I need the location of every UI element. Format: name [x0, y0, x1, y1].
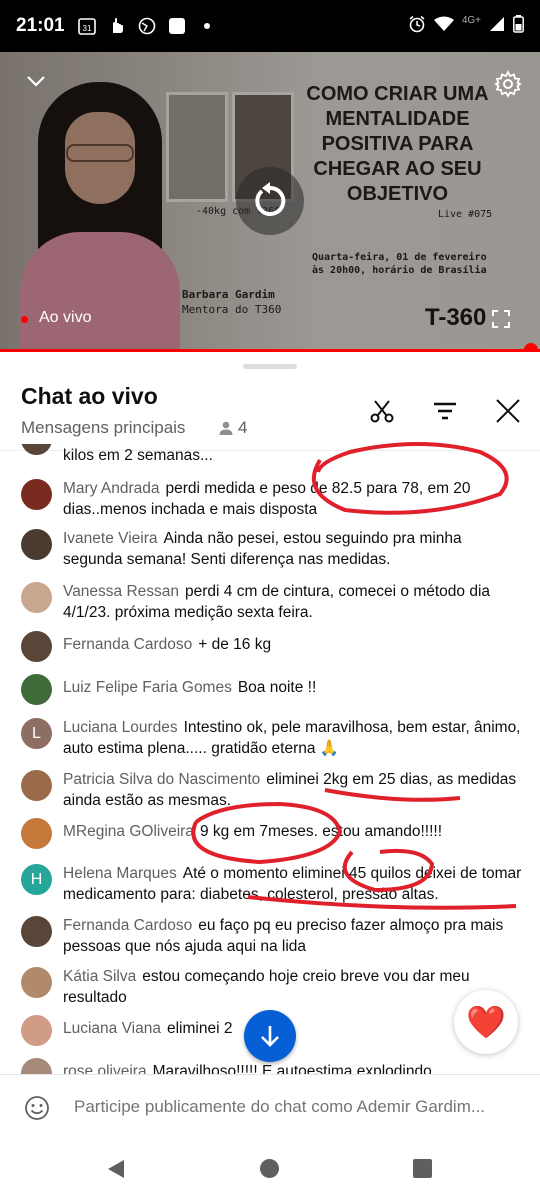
- message-text: eliminei 2: [166, 1020, 233, 1037]
- message-text: kilos em 2 semanas...: [63, 447, 213, 464]
- collapse-chevron-icon[interactable]: [26, 74, 46, 93]
- chat-input[interactable]: Participe publicamente do chat como Adem…: [74, 1097, 529, 1117]
- video-progress-knob[interactable]: [524, 343, 538, 352]
- avatar: [21, 1058, 52, 1074]
- message-author: Luciana Viana: [63, 1020, 161, 1037]
- settings-gear-icon[interactable]: [494, 69, 522, 103]
- live-indicator-dot: [21, 316, 28, 323]
- message-author: rose oliveira: [63, 1063, 147, 1074]
- wifi-icon: [433, 16, 454, 37]
- message-author: Helena Marques: [63, 865, 177, 882]
- status-bar: 21:01 31 4G+: [0, 0, 540, 52]
- notification-dot-icon: [197, 16, 217, 36]
- fullscreen-icon[interactable]: [492, 310, 510, 333]
- avatar: [21, 967, 52, 998]
- hand-icon: [107, 16, 127, 36]
- calendar-icon: 31: [77, 16, 97, 36]
- live-label: Ao vivo: [39, 309, 92, 326]
- avatar: [21, 1015, 52, 1046]
- chat-title: Chat ao vivo: [21, 383, 158, 409]
- avatar: [21, 582, 52, 613]
- avatar: [21, 444, 52, 455]
- message-text: Boa noite !!: [237, 679, 317, 696]
- viewer-count: 4: [218, 418, 247, 438]
- avatar: L: [21, 718, 52, 749]
- message-author: Mary Andrada: [63, 480, 160, 497]
- message-author: Ivanete Vieira: [63, 530, 158, 547]
- message-author: Kátia Silva: [63, 968, 137, 985]
- message-author: MRegina GOliveira: [63, 823, 194, 840]
- alarm-icon: [408, 15, 426, 38]
- calendar-day: 31: [82, 24, 91, 33]
- status-time: 21:01: [16, 15, 65, 36]
- filter-button[interactable]: [430, 396, 460, 426]
- filter-icon: [434, 402, 456, 420]
- home-icon[interactable]: [260, 1159, 279, 1178]
- viewer-count-value: 4: [238, 418, 248, 437]
- battery-icon: [513, 14, 524, 38]
- clip-scissors-button[interactable]: [367, 396, 397, 426]
- avatar: [21, 529, 52, 560]
- message-text: 9 kg em 7meses. estou amando!!!!!: [199, 823, 443, 840]
- message-author: Fernanda Cardoso: [63, 917, 193, 934]
- replay-icon: [255, 182, 286, 216]
- emoji-icon[interactable]: [24, 1095, 50, 1126]
- heart-icon: ❤️: [466, 1004, 506, 1040]
- scroll-to-bottom-button[interactable]: [244, 1010, 296, 1062]
- app-square-icon: [167, 16, 187, 36]
- cellular-signal-icon: [489, 16, 505, 37]
- avatar: [21, 479, 52, 510]
- network-type: 4G+: [461, 14, 481, 26]
- chat-message-list[interactable]: kilos em 2 semanas... Mary Andrada perdi …: [0, 444, 540, 1074]
- message-text: Maravilhoso!!!!! E autoestima explodindo: [152, 1063, 432, 1074]
- avatar: [21, 674, 52, 705]
- message-text: + de 16 kg: [198, 636, 272, 653]
- replay-button[interactable]: [236, 167, 304, 235]
- recent-apps-icon[interactable]: [413, 1159, 432, 1178]
- message-author: Luiz Felipe Faria Gomes: [63, 679, 232, 696]
- avatar: [21, 916, 52, 947]
- message-author: Luciana Lourdes: [63, 719, 178, 736]
- back-icon[interactable]: [106, 1159, 126, 1184]
- browser-icon: [137, 16, 157, 36]
- chat-input-bar: Participe publicamente do chat como Adem…: [0, 1074, 540, 1140]
- message-author: Patricia Silva do Nascimento: [63, 771, 261, 788]
- message-author: Vanessa Ressan: [63, 583, 180, 600]
- video-player[interactable]: -40kg com T360 COMO CRIAR UMA MENTALIDAD…: [0, 52, 540, 352]
- message-author: Fernanda Cardoso: [63, 636, 193, 653]
- avatar: [21, 631, 52, 662]
- close-icon: [496, 399, 520, 423]
- drag-handle[interactable]: [243, 364, 297, 369]
- avatar: [21, 818, 52, 849]
- live-chat-panel: Chat ao vivo Mensagens principais 4 kilo…: [0, 352, 540, 1200]
- scissors-icon: [370, 400, 394, 423]
- system-navigation-bar: [0, 1140, 540, 1200]
- avatar: [21, 770, 52, 801]
- arrow-down-icon: [261, 1026, 279, 1047]
- close-chat-button[interactable]: [493, 396, 523, 426]
- chat-filter-label[interactable]: Mensagens principais: [21, 418, 185, 438]
- avatar: H: [21, 864, 52, 895]
- person-icon: [219, 421, 233, 435]
- heart-reaction-button[interactable]: ❤️: [454, 990, 518, 1054]
